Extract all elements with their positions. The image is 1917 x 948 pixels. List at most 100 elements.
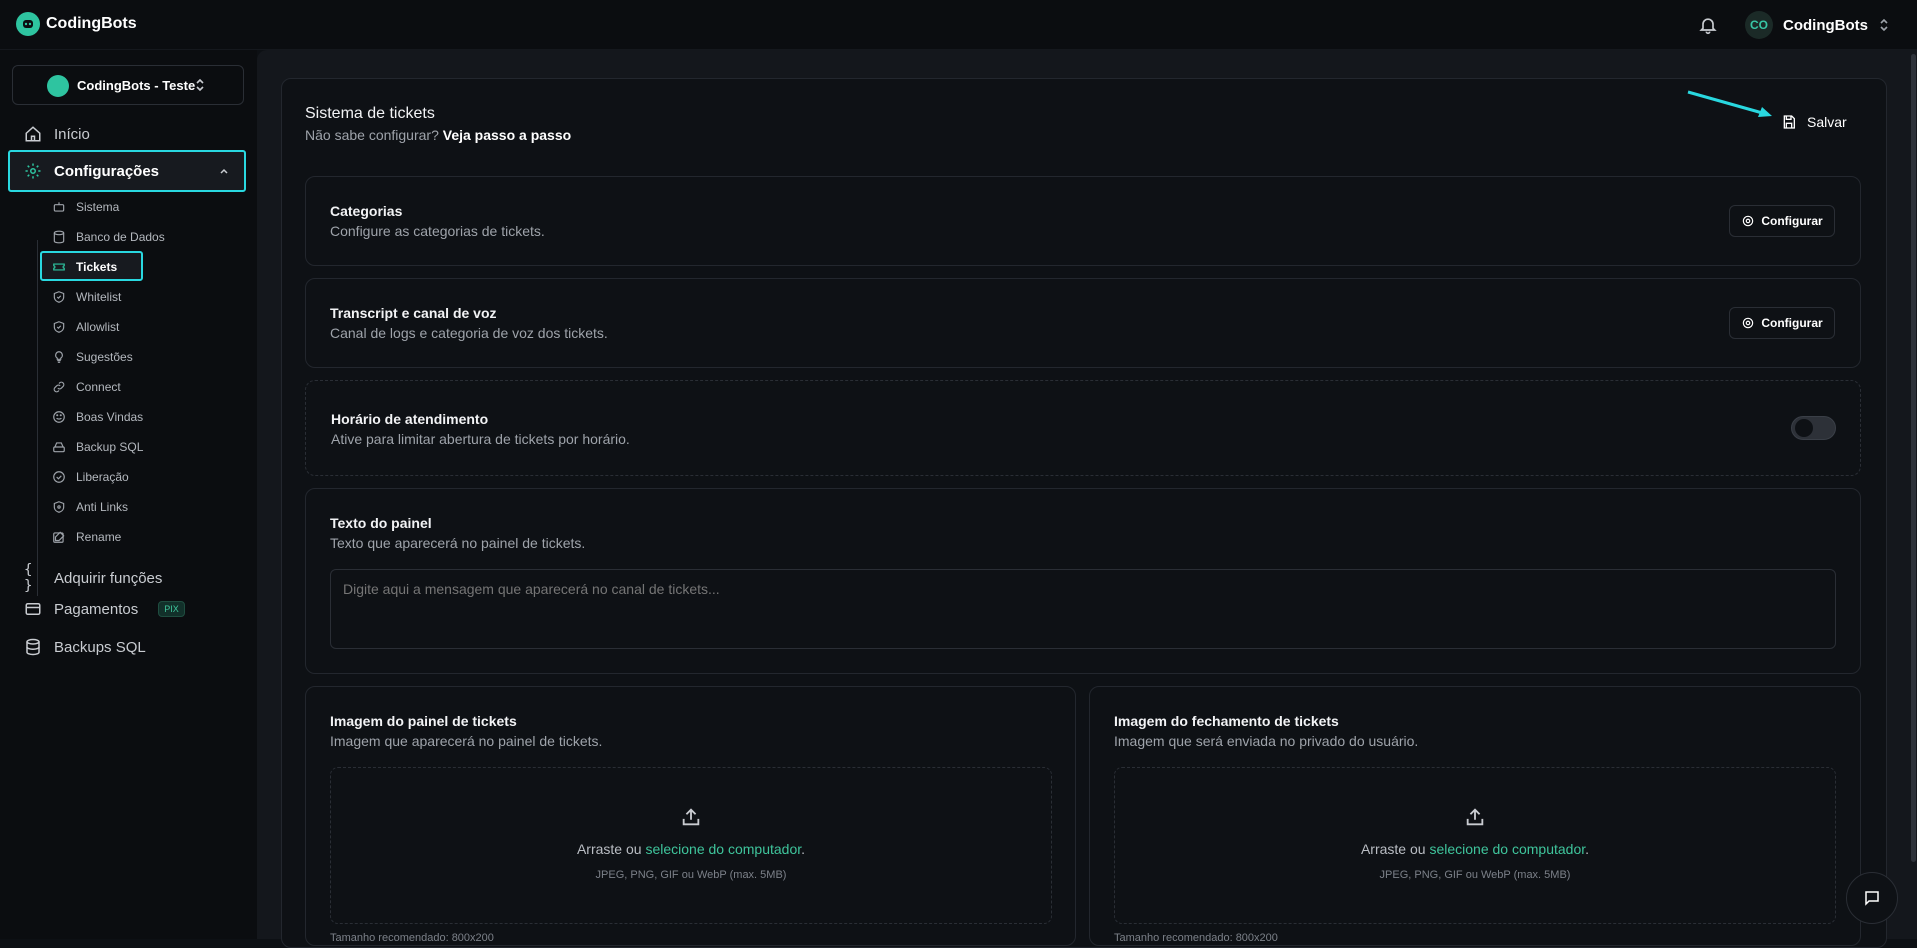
horario-subtitle: Ative para limitar abertura de tickets p…: [331, 431, 630, 447]
sidebar-subitem-label: Connect: [76, 380, 121, 394]
categorias-title: Categorias: [330, 203, 403, 219]
scrollbar[interactable]: [1911, 54, 1916, 862]
sidebar-subitem-label: Sistema: [76, 200, 120, 214]
check-circle-icon: [53, 471, 65, 483]
gear-icon: [25, 163, 41, 179]
sidebar-subitem-tickets[interactable]: Tickets: [52, 260, 117, 274]
sidebar-item-label: Início: [54, 125, 90, 143]
transcript-configure-button[interactable]: Configurar: [1729, 307, 1835, 339]
select-file-link[interactable]: selecione do computador: [645, 841, 801, 857]
texto-painel-title: Texto do painel: [330, 515, 432, 531]
imagem-painel-title: Imagem do painel de tickets: [330, 713, 517, 729]
gear-icon: [1743, 317, 1754, 329]
edit-icon: [53, 531, 65, 543]
chat-icon: [1865, 891, 1879, 906]
sidebar-item-label: Backups SQL: [54, 638, 146, 656]
sidebar-item-backups-sql[interactable]: Backups SQL: [24, 638, 146, 656]
server-selector[interactable]: CodingBots - Teste: [12, 65, 244, 105]
texto-painel-input[interactable]: [330, 569, 1836, 649]
ticket-icon: [53, 263, 65, 271]
sidebar-subitem-banco-de-dados[interactable]: Banco de Dados: [52, 230, 165, 244]
drop-formats: JPEG, PNG, GIF ou WebP (max. 5MB): [1379, 869, 1571, 881]
categorias-card: [305, 176, 1861, 266]
horario-title: Horário de atendimento: [331, 411, 489, 427]
support-chat-button[interactable]: [1846, 872, 1898, 924]
sidebar-subitem-rename[interactable]: Rename: [52, 530, 121, 544]
transcript-subtitle: Canal de logs e categoria de voz dos tic…: [330, 325, 608, 341]
sidebar-subitem-allowlist[interactable]: Allowlist: [52, 320, 119, 334]
imagem-fechamento-subtitle: Imagem que será enviada no privado do us…: [1114, 733, 1419, 749]
server-name: CodingBots - Teste: [77, 77, 196, 93]
upload-icon: [682, 808, 700, 826]
help-link[interactable]: Veja passo a passo: [443, 127, 571, 143]
link-icon: [53, 381, 65, 393]
app-name: CodingBots: [46, 15, 137, 32]
save-button[interactable]: Salvar: [1781, 114, 1847, 130]
drop-formats: JPEG, PNG, GIF ou WebP (max. 5MB): [595, 869, 787, 881]
app-logo[interactable]: CodingBots: [16, 12, 137, 36]
sidebar-item-label: Adquirir funções: [54, 569, 163, 587]
imagem-fechamento-dropzone[interactable]: Arraste ou selecione do computador. JPEG…: [1114, 767, 1836, 924]
sidebar-item-configuracoes-label[interactable]: Configurações: [24, 162, 159, 180]
save-label: Salvar: [1807, 114, 1847, 130]
horario-toggle[interactable]: [1791, 416, 1836, 440]
drop-text: Arraste ou: [576, 841, 642, 857]
transcript-card: [305, 278, 1861, 368]
sidebar-item-label: Configurações: [54, 162, 160, 180]
page-help: Não sabe configurar? Veja passo a passo: [305, 127, 571, 143]
texto-painel-subtitle: Texto que aparecerá no painel de tickets…: [330, 535, 586, 551]
sidebar-subitem-label: Whitelist: [76, 290, 122, 304]
bot-logo-icon: [16, 12, 40, 36]
shield-alert-icon: [53, 501, 65, 513]
chevron-up-icon[interactable]: [219, 166, 229, 176]
categorias-configure-button[interactable]: Configurar: [1729, 205, 1835, 237]
sidebar-subitem-label: Allowlist: [76, 320, 120, 334]
sidebar-subitem-sugestoes[interactable]: Sugestões: [52, 350, 133, 364]
lightbulb-icon: [55, 351, 63, 363]
sidebar-subitem-boas-vindas[interactable]: Boas Vindas: [52, 410, 143, 424]
sidebar-subitem-label: Anti Links: [76, 500, 129, 514]
sidebar-subitem-connect[interactable]: Connect: [52, 380, 121, 394]
sidebar-item-label: Pagamentos: [54, 600, 139, 618]
upload-icon: [1466, 808, 1484, 826]
sidebar-item-adquirir-funcoes[interactable]: { } Adquirir funções: [24, 562, 162, 594]
drop-text-period: .: [801, 841, 806, 857]
user-menu[interactable]: CO CodingBots: [1745, 11, 1890, 39]
sidebar-item-inicio[interactable]: Início: [24, 125, 90, 143]
horario-card: [305, 380, 1861, 476]
sidebar-subitem-label: Backup SQL: [76, 440, 144, 454]
notification-bell-icon[interactable]: [1698, 15, 1718, 35]
shield-check-icon: [53, 291, 65, 303]
save-icon: [1783, 115, 1795, 129]
home-icon: [25, 126, 41, 142]
sidebar-subitem-anti-links[interactable]: Anti Links: [52, 500, 128, 514]
sidebar-subitem-label: Liberação: [76, 470, 129, 484]
imagem-painel-subtitle: Imagem que aparecerá no painel de ticket…: [330, 733, 603, 749]
sidebar-subitem-whitelist[interactable]: Whitelist: [52, 290, 121, 304]
imagem-fechamento-title: Imagem do fechamento de tickets: [1114, 713, 1339, 729]
transcript-title: Transcript e canal de voz: [330, 305, 497, 321]
smile-icon: [53, 411, 65, 423]
drop-text: Arraste ou: [1360, 841, 1426, 857]
button-label: Configurar: [1761, 214, 1823, 228]
shield-check-icon: [53, 321, 65, 333]
gear-icon: [1743, 215, 1754, 227]
drop-text-period: .: [1585, 841, 1590, 857]
page-title: Sistema de tickets: [305, 105, 435, 122]
sidebar-item-pagamentos[interactable]: Pagamentos PIX: [24, 600, 185, 618]
sidebar-subitem-backup-sql[interactable]: Backup SQL: [52, 440, 143, 454]
sidebar-subitem-label: Banco de Dados: [76, 230, 165, 244]
recommended-size: Tamanho recomendado: 800x200: [1114, 932, 1278, 944]
imagem-painel-dropzone[interactable]: Arraste ou selecione do computador. JPEG…: [330, 767, 1052, 924]
pix-badge: PIX: [158, 601, 185, 617]
submenu-divider: [37, 240, 38, 596]
sidebar-subitem-sistema[interactable]: Sistema: [52, 200, 119, 214]
database-icon: [53, 230, 65, 244]
recommended-size: Tamanho recomendado: 800x200: [330, 932, 494, 944]
arrow-annotation-icon: [1687, 90, 1772, 117]
sidebar-subitem-liberacao[interactable]: Liberação: [52, 470, 129, 484]
sidebar-subitem-label: Rename: [76, 530, 122, 544]
select-file-link[interactable]: selecione do computador: [1429, 841, 1585, 857]
toggle-knob: [1795, 419, 1813, 437]
hard-drive-icon: [53, 442, 65, 453]
